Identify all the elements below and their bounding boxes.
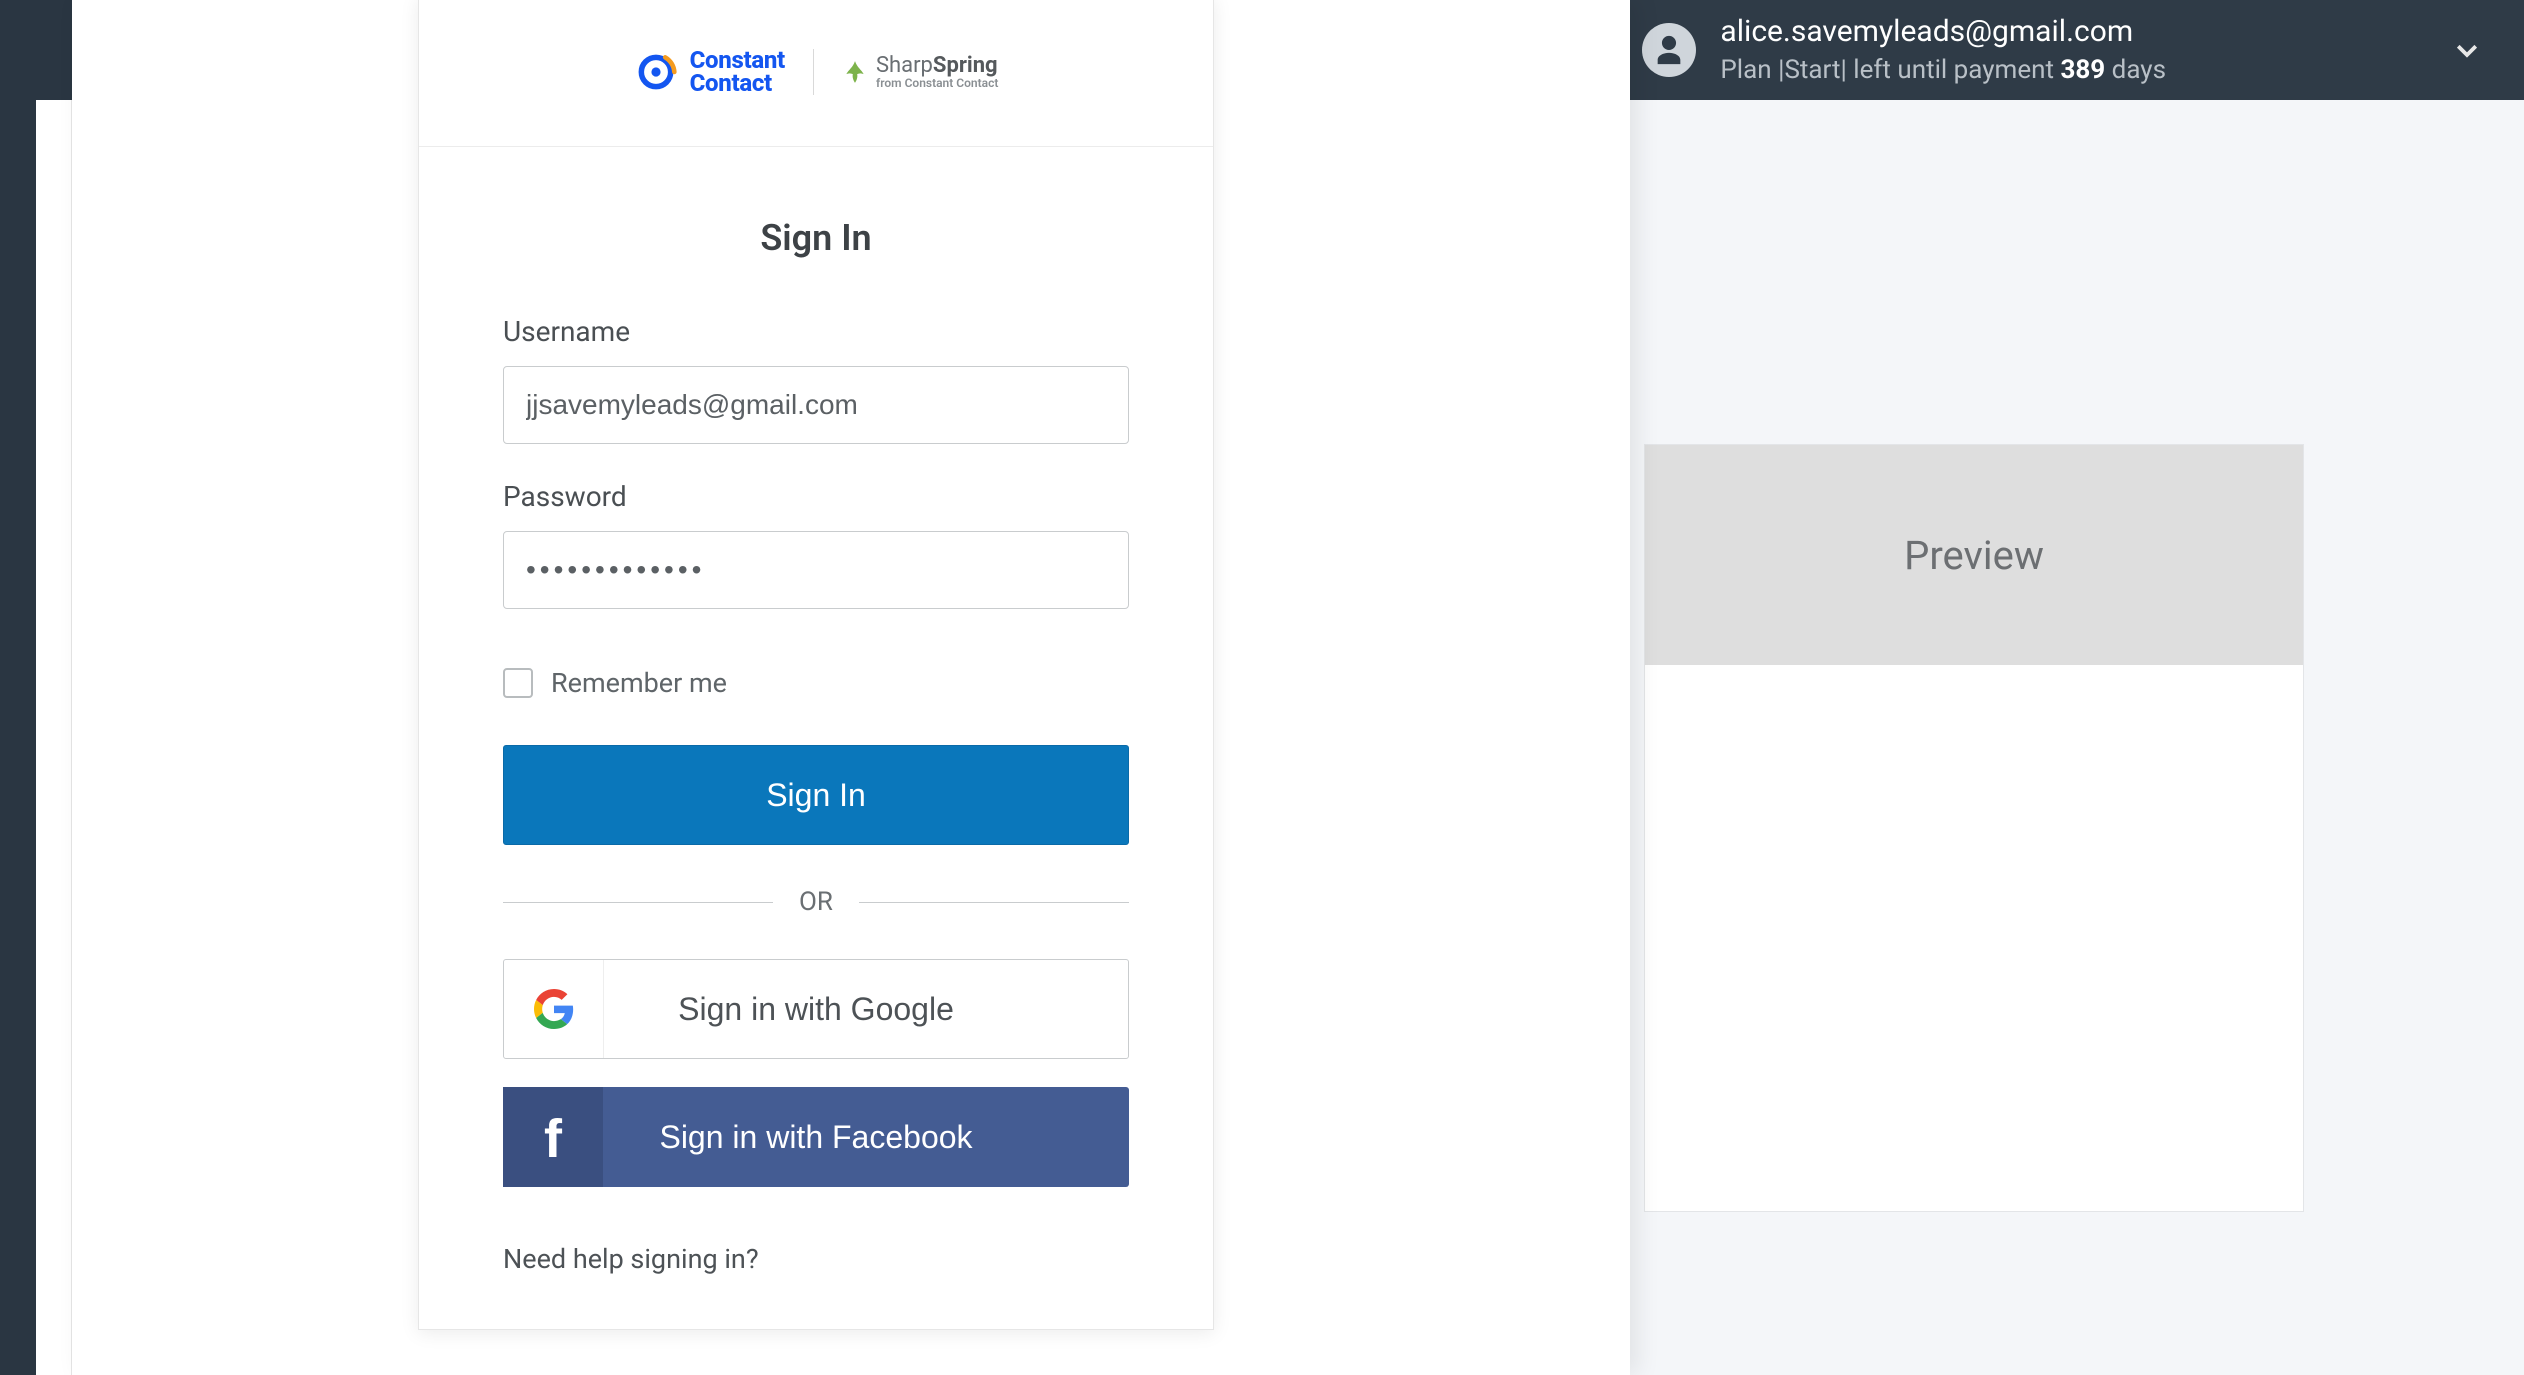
left-dark-strip (0, 0, 72, 100)
constant-contact-mark-icon (634, 50, 678, 94)
remember-me-checkbox[interactable] (503, 668, 533, 698)
constant-contact-logo: Constant Contact (634, 49, 785, 95)
or-divider: OR (503, 887, 1129, 917)
plan-mid: left until payment (1847, 55, 2061, 85)
user-icon (1652, 33, 1686, 67)
help-signin-link[interactable]: Need help signing in? (503, 1243, 759, 1275)
preview-header: Preview (1645, 445, 2303, 665)
ss-logo-line2: from Constant Contact (876, 77, 998, 89)
plan-days-suffix: days (2105, 55, 2166, 85)
username-input[interactable] (503, 366, 1129, 444)
plan-name: |Start| (1778, 55, 1847, 85)
sharpspring-mark-icon (842, 59, 868, 85)
google-button-label: Sign in with Google (678, 991, 954, 1028)
ss-word-b: Spring (933, 53, 998, 78)
facebook-signin-button[interactable]: f Sign in with Facebook (503, 1087, 1129, 1187)
username-label: Username (503, 315, 1129, 348)
signin-card: Constant Contact SharpSpring from Consta… (418, 0, 1214, 1330)
remember-me-label: Remember me (551, 667, 727, 699)
password-label: Password (503, 480, 1129, 513)
password-input[interactable] (503, 531, 1129, 609)
preview-title: Preview (1904, 532, 2044, 579)
plan-prefix: Plan (1720, 55, 1778, 85)
facebook-button-label: Sign in with Facebook (659, 1119, 972, 1156)
left-light-strip (36, 100, 72, 1375)
google-icon (504, 960, 604, 1058)
preview-card: Preview (1644, 444, 2304, 1212)
plan-days-number: 389 (2060, 55, 2105, 85)
sharpspring-logo: SharpSpring from Constant Contact (842, 55, 998, 89)
logo-divider (813, 49, 814, 95)
account-plan-line: Plan |Start| left until payment 389 days (1720, 53, 2166, 88)
google-signin-button[interactable]: Sign in with Google (503, 959, 1129, 1059)
signin-button[interactable]: Sign In (503, 745, 1129, 845)
signin-button-label: Sign In (766, 777, 866, 814)
signin-title: Sign In (503, 217, 1129, 259)
facebook-icon: f (503, 1087, 603, 1187)
or-label: OR (799, 887, 833, 917)
brand-logo-row: Constant Contact SharpSpring from Consta… (419, 0, 1213, 147)
chevron-down-icon[interactable] (2450, 33, 2484, 67)
cc-logo-line2: Contact (690, 72, 785, 95)
ss-logo-line1: SharpSpring (876, 55, 998, 77)
avatar (1642, 23, 1696, 77)
account-email: alice.savemyleads@gmail.com (1720, 12, 2166, 53)
account-menu[interactable]: alice.savemyleads@gmail.com Plan |Start|… (1642, 12, 2484, 88)
ss-word-a: Sharp (876, 53, 933, 78)
